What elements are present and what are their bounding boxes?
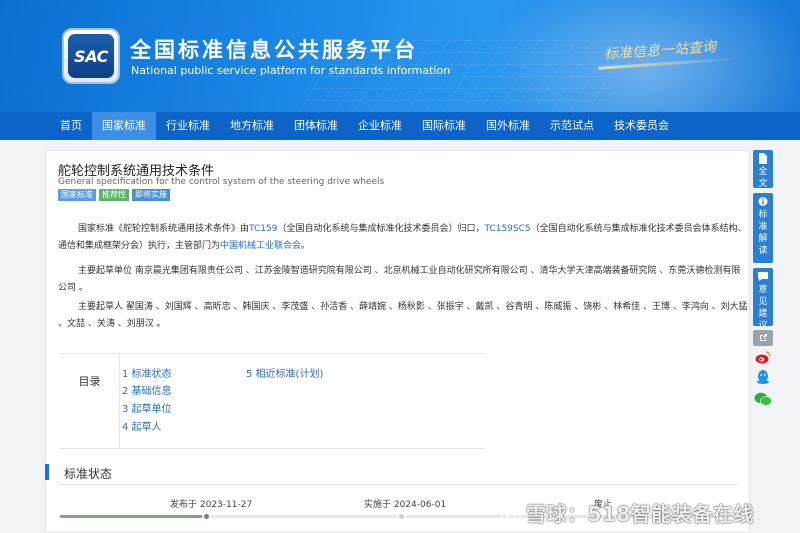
nav-home[interactable]: 首页 [50,112,92,140]
intro-text-1: 国家标准《舵轮控制系统通用技术条件》由 [78,224,250,234]
nav-international-standard[interactable]: 国际标准 [412,112,476,140]
toc-item-status[interactable]: 1 标准状态 [122,365,172,380]
timeline-dot-publish [202,512,211,521]
section-divider [58,484,738,485]
drafting-units-paragraph: 主要起草单位 南京晨光集团有限责任公司 、江苏金陵智造研究院有限公司 、北京机械… [58,263,748,297]
tag-recommended: 推荐性 [99,189,129,201]
sidebar-feedback-button[interactable]: 意见建议 [753,268,773,331]
drafting-units-text: 南京晨光集团有限责任公司 、江苏金陵智造研究院有限公司 、北京机械工业自动化研究… [58,266,741,293]
message-icon [758,272,768,281]
toc-label: 目录 [60,354,120,449]
site-title: 全国标准信息公共服务平台 [130,38,418,62]
drafters-paragraph: 主要起草人 翟国涛 、刘国辉 、高昕忠 、韩国庆 、李茂盛 、孙洁香 、薛靖婉 … [58,299,748,333]
header-banner: SAC 全国标准信息公共服务平台 National public service… [0,0,800,112]
sidebar-fulltext-button[interactable]: 全文 [753,150,773,189]
standard-title-en: General specification for the control sy… [58,177,385,187]
sac-logo[interactable]: SAC [62,28,120,84]
section-accent-bar [45,464,49,480]
intro-text-2: （全国自动化系统与集成标准化技术委员会）归口， [277,224,485,234]
tag-upcoming: 即将实施 [132,189,170,201]
info-icon [758,197,768,206]
nav-pilot[interactable]: 示范试点 [540,112,604,140]
wechat-share[interactable] [753,390,773,408]
table-of-contents: 目录 1 标准状态 2 基础信息 3 起草单位 4 起草人 5 相近标准(计划) [60,353,485,449]
sidebar-feedback-label: 意见建议 [758,285,768,331]
drafters-label: 主要起草人 [78,302,124,312]
publish-date-label: 发布于 2023-11-27 [170,500,253,510]
standard-detail-panel: 舵轮控制系统通用技术条件 General specification for t… [45,150,750,533]
snowball-icon [500,505,522,526]
toc-item-similar-standards[interactable]: 5 相近标准(计划) [246,365,323,380]
qq-share[interactable] [753,368,773,386]
intro-paragraph: 国家标准《舵轮控制系统通用技术条件》由TC159（全国自动化系统与集成标准化技术… [58,221,748,255]
toc-item-basic-info[interactable]: 2 基础信息 [122,382,172,397]
site-subtitle: National public service platform for sta… [131,64,451,77]
watermark-text: 雪球：518智能装备在线 [526,502,754,526]
intro-text-4: 。 [301,241,311,251]
nav-industry-standard[interactable]: 行业标准 [156,112,220,140]
sidebar-fulltext-label: 全文 [758,167,768,189]
link-tc159sc5[interactable]: TC159SC5 [484,224,530,234]
drafting-units-label: 主要起草单位 [78,266,133,276]
link-tc159[interactable]: TC159 [249,224,277,234]
nav-foreign-standard[interactable]: 国外标准 [476,112,540,140]
nav-group-standard[interactable]: 团体标准 [284,112,348,140]
nav-tech-committee[interactable]: 技术委员会 [604,112,679,140]
nav-local-standard[interactable]: 地方标准 [220,112,284,140]
timeline-dot-implement [397,512,406,521]
tag-national: 国家标准 [58,189,96,201]
section-title-status: 标准状态 [64,467,113,481]
weibo-icon [755,351,771,364]
sidebar-interpret-label: 标准解读 [758,210,768,256]
watermark: 雪球：518智能装备在线 [500,498,754,527]
toc-item-drafting-units[interactable]: 3 起草单位 [122,400,172,415]
document-icon [759,153,767,164]
link-cmif[interactable]: 中国机械工业联合会 [220,241,301,251]
qq-icon [757,370,769,384]
toc-item-drafters[interactable]: 4 起草人 [122,418,162,433]
nav-enterprise-standard[interactable]: 企业标准 [348,112,412,140]
timeline-progress [60,515,206,518]
sidebar-share-button[interactable] [753,330,773,346]
drafters-text: 翟国涛 、刘国辉 、高昕忠 、韩国庆 、李茂盛 、孙洁香 、薛靖婉 、杨秋影 、… [58,302,748,329]
main-nav: 首页 国家标准 行业标准 地方标准 团体标准 企业标准 国际标准 国外标准 示范… [0,112,800,140]
implement-date-label: 实施于 2024-06-01 [364,500,447,510]
share-icon [760,334,767,341]
sac-logo-text: SAC [68,34,114,78]
wechat-icon [754,392,772,406]
nav-national-standard[interactable]: 国家标准 [92,112,156,140]
weibo-share[interactable] [753,348,773,366]
sidebar-interpret-button[interactable]: 标准解读 [753,193,773,263]
standard-tags: 国家标准 推荐性 即将实施 [58,189,170,201]
